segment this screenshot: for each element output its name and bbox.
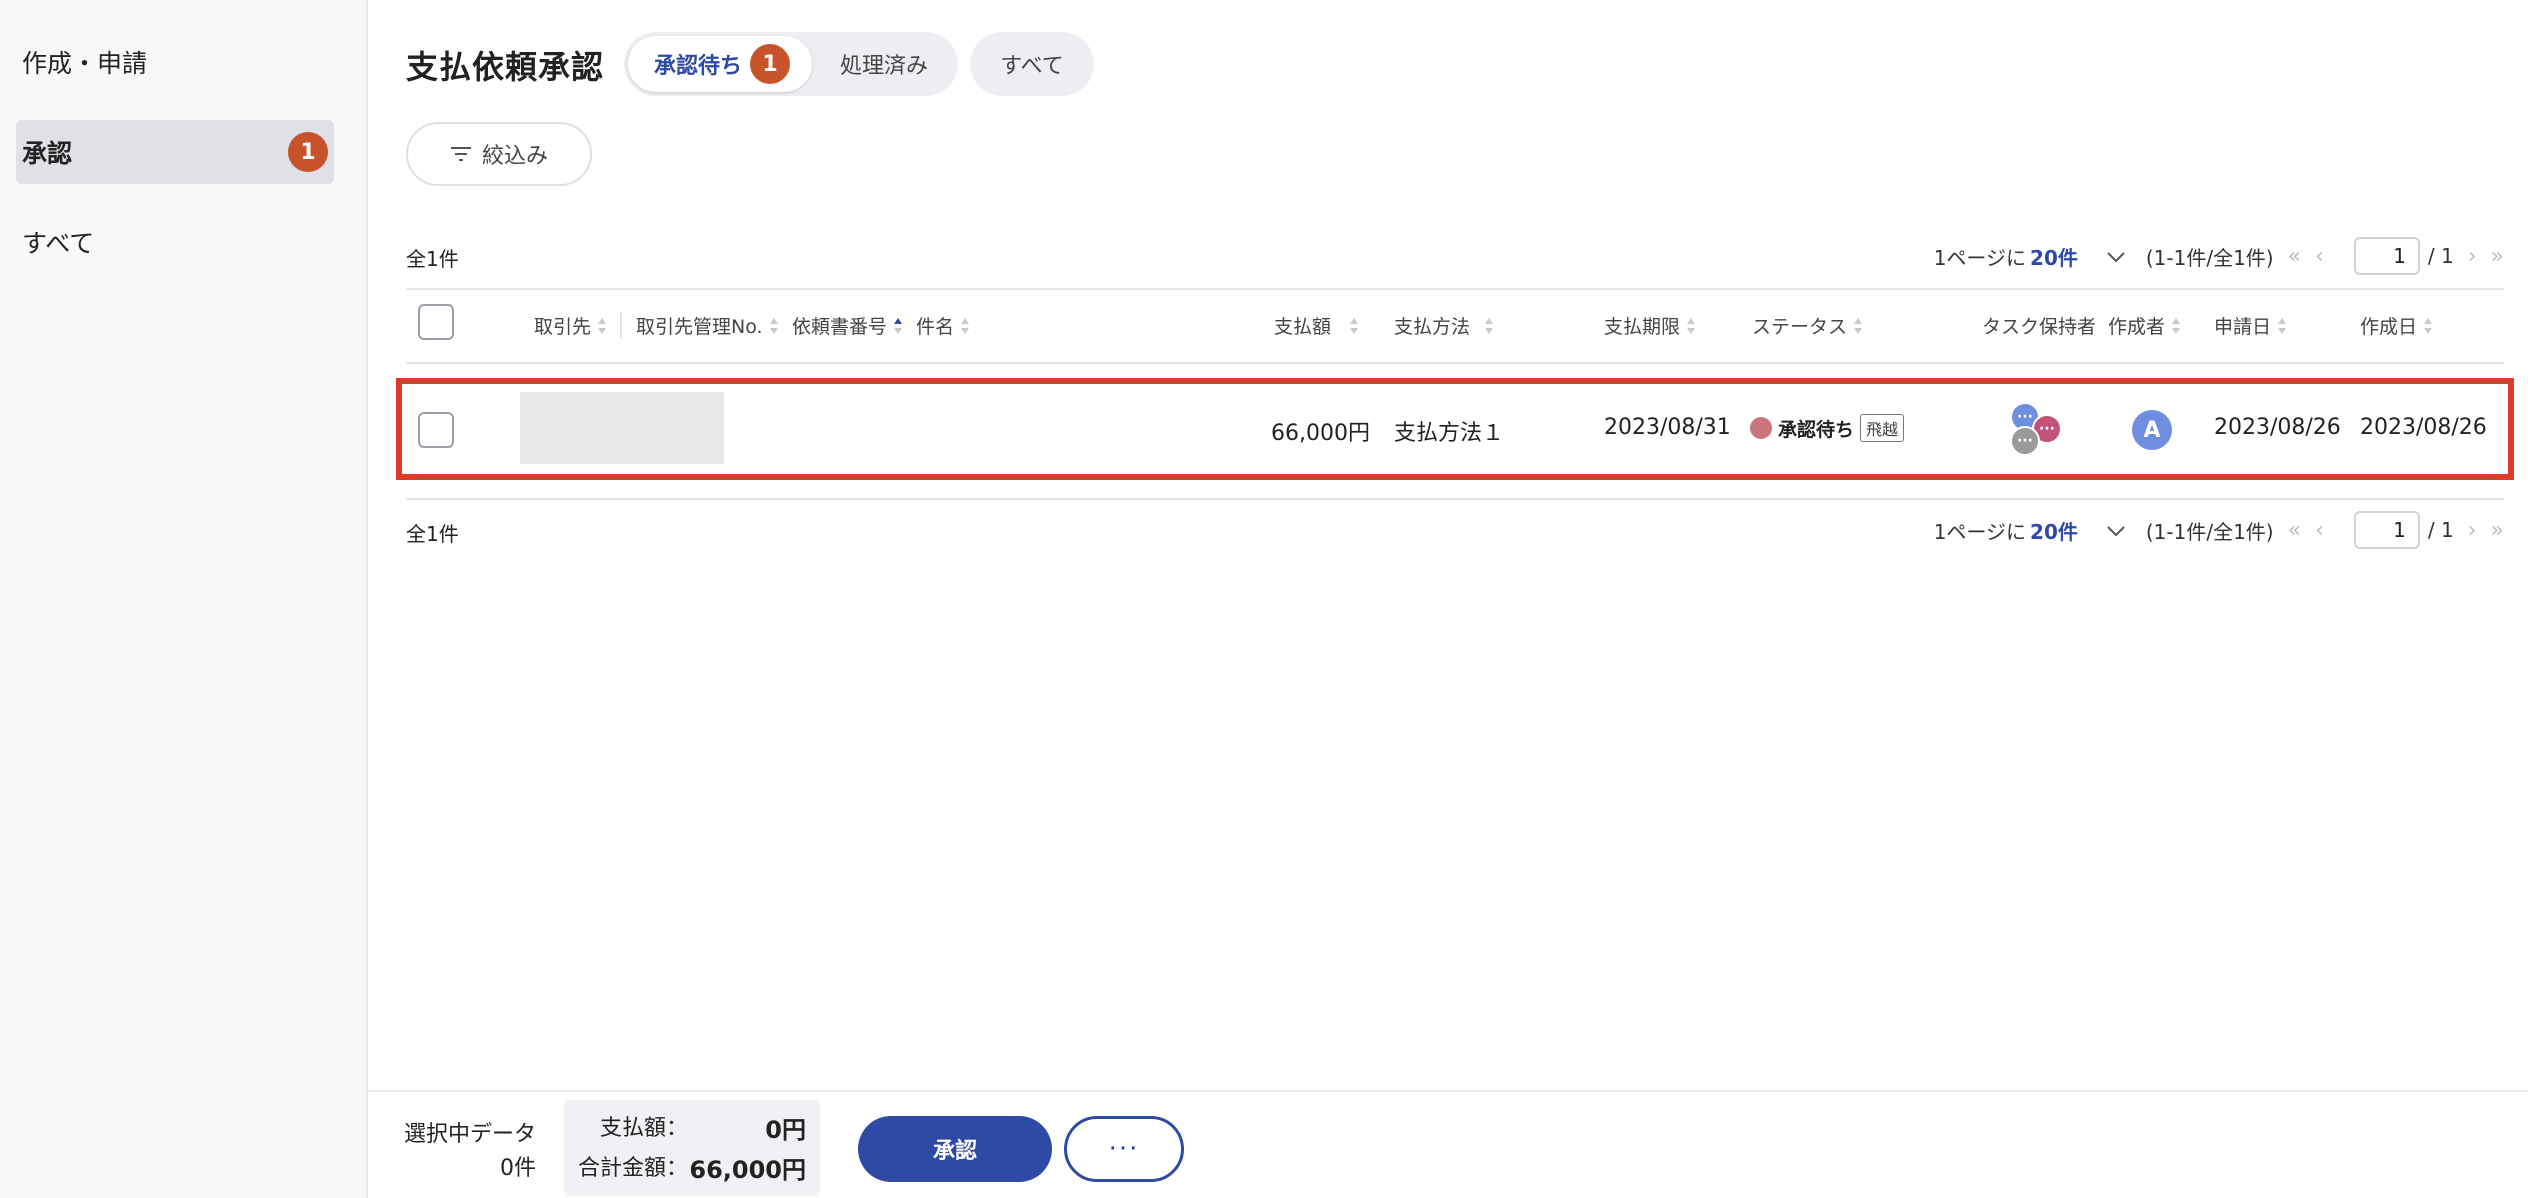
- first-page-icon[interactable]: «: [2288, 518, 2301, 543]
- column-label: 依頼書番号: [792, 316, 888, 338]
- total-pages: / 1: [2427, 518, 2454, 542]
- pagination-top: 1ページに 20件 (1-1件/全1件) « ‹ 1 / 1 › »: [1934, 236, 2504, 276]
- table-header-border: [406, 362, 2504, 364]
- column-label: 件名: [916, 316, 955, 338]
- tab-all[interactable]: すべて: [970, 32, 1094, 96]
- column-label: ステータス: [1752, 316, 1848, 338]
- pay-amount-value: 0円: [765, 1116, 806, 1144]
- column-label: 取引先: [534, 316, 592, 338]
- first-page-icon[interactable]: «: [2288, 244, 2301, 269]
- filter-button[interactable]: 絞込み: [406, 122, 592, 186]
- column-header-due[interactable]: 支払期限: [1604, 312, 1696, 339]
- sort-icon: [1686, 316, 1696, 336]
- column-header-holder: タスク保持者: [1982, 312, 2096, 339]
- tab-label: 処理済み: [840, 54, 929, 79]
- table-bottom-border: [406, 498, 2504, 500]
- per-page-prefix: 1ページに: [1933, 245, 2027, 270]
- column-label: 支払額: [1274, 316, 1332, 338]
- column-header-created-date[interactable]: 作成日: [2360, 312, 2433, 339]
- column-label: タスク保持者: [1982, 316, 2097, 338]
- pagination-bottom: 1ページに 20件 (1-1件/全1件) « ‹ 1 / 1 › »: [1934, 510, 2504, 550]
- sort-icon: [1484, 316, 1494, 336]
- count-badge: 1: [288, 132, 328, 172]
- next-page-icon[interactable]: ›: [2468, 244, 2477, 269]
- total-count: 全1件: [406, 522, 459, 546]
- select-all-checkbox[interactable]: [418, 304, 454, 340]
- column-header-status[interactable]: ステータス: [1752, 312, 1863, 339]
- sort-icon: [2277, 316, 2287, 336]
- sort-icon: [893, 316, 903, 336]
- prev-page-icon[interactable]: ‹: [2315, 244, 2324, 269]
- sort-icon: [1853, 316, 1863, 336]
- last-page-icon[interactable]: »: [2491, 518, 2504, 543]
- total-count: 全1件: [406, 247, 459, 271]
- row-highlight-frame: [396, 378, 2514, 480]
- pay-amount-label: 支払額：: [600, 1116, 689, 1141]
- column-label: 申請日: [2214, 316, 2272, 338]
- column-label: 作成日: [2360, 316, 2418, 338]
- page-input[interactable]: 1: [2353, 511, 2420, 549]
- summary-box: 支払額： 0円 合計金額： 66,000円: [564, 1100, 820, 1196]
- sort-icon: [1349, 316, 1359, 336]
- page-range: (1-1件/全1件): [2145, 519, 2274, 544]
- sidebar-item-approval[interactable]: 承認 1: [16, 120, 334, 184]
- chevron-down-icon[interactable]: [2106, 518, 2126, 542]
- total-pages: / 1: [2427, 244, 2454, 268]
- sort-icon: [597, 316, 607, 336]
- sort-icon: [960, 316, 970, 336]
- page-input[interactable]: 1: [2353, 237, 2420, 275]
- tab-processed[interactable]: 処理済み: [840, 32, 928, 96]
- sort-icon: [2171, 316, 2181, 336]
- approve-button[interactable]: 承認: [858, 1116, 1052, 1182]
- column-header-subject[interactable]: 件名: [916, 312, 970, 339]
- total-row: 合計金額： 66,000円: [578, 1150, 806, 1185]
- column-header-partner-no[interactable]: 取引先管理No.: [636, 312, 779, 339]
- sidebar-item-label: 承認: [22, 139, 73, 168]
- next-page-icon[interactable]: ›: [2468, 518, 2477, 543]
- column-label: 支払期限: [1604, 316, 1681, 338]
- table-top-border: [406, 288, 2504, 290]
- sidebar-item-label: すべて: [22, 229, 95, 258]
- column-label: 作成者: [2108, 316, 2166, 338]
- tab-label: 承認待ち: [654, 54, 743, 79]
- column-header-method[interactable]: 支払方法: [1394, 312, 1494, 339]
- tab-label: すべて: [1000, 54, 1064, 79]
- selected-count: 0件: [500, 1156, 536, 1181]
- sort-icon: [769, 316, 779, 336]
- filter-icon: [450, 147, 471, 161]
- tab-pending[interactable]: 承認待ち 1: [628, 36, 812, 92]
- count-badge: 1: [750, 44, 791, 84]
- total-amount-label: 合計金額：: [578, 1156, 689, 1181]
- more-options-button[interactable]: ···: [1064, 1116, 1184, 1182]
- column-header-request-no[interactable]: 依頼書番号: [792, 312, 903, 339]
- column-label: 支払方法: [1394, 316, 1471, 338]
- page-range: (1-1件/全1件): [2145, 245, 2274, 270]
- filter-label: 絞込み: [481, 144, 548, 169]
- status-tabs: 承認待ち 1 処理済み: [624, 32, 958, 96]
- per-page-select[interactable]: 20件: [2030, 242, 2078, 271]
- column-divider: [620, 312, 622, 338]
- column-header-apply-date[interactable]: 申請日: [2214, 312, 2287, 339]
- column-label: 取引先管理No.: [636, 316, 763, 338]
- page-title: 支払依頼承認: [406, 48, 605, 86]
- last-page-icon[interactable]: »: [2491, 244, 2504, 269]
- column-header-amount[interactable]: 支払額: [1274, 312, 1359, 339]
- total-amount-value: 66,000円: [689, 1156, 806, 1184]
- selected-data-label: 選択中データ: [404, 1122, 537, 1147]
- column-header-creator[interactable]: 作成者: [2108, 312, 2181, 339]
- per-page-prefix: 1ページに: [1933, 519, 2027, 544]
- column-header-partner[interactable]: 取引先: [534, 312, 607, 339]
- sidebar-item-label: 作成・申請: [22, 49, 148, 78]
- sidebar: 作成・申請 承認 1 すべて: [0, 0, 368, 1198]
- prev-page-icon[interactable]: ‹: [2315, 518, 2324, 543]
- sidebar-item-create[interactable]: 作成・申請: [16, 30, 334, 94]
- per-page-select[interactable]: 20件: [2030, 516, 2078, 545]
- sort-icon: [2423, 316, 2433, 336]
- pay-amount-row: 支払額： 0円: [578, 1110, 806, 1145]
- sidebar-item-all[interactable]: すべて: [16, 210, 334, 274]
- chevron-down-icon[interactable]: [2106, 244, 2126, 268]
